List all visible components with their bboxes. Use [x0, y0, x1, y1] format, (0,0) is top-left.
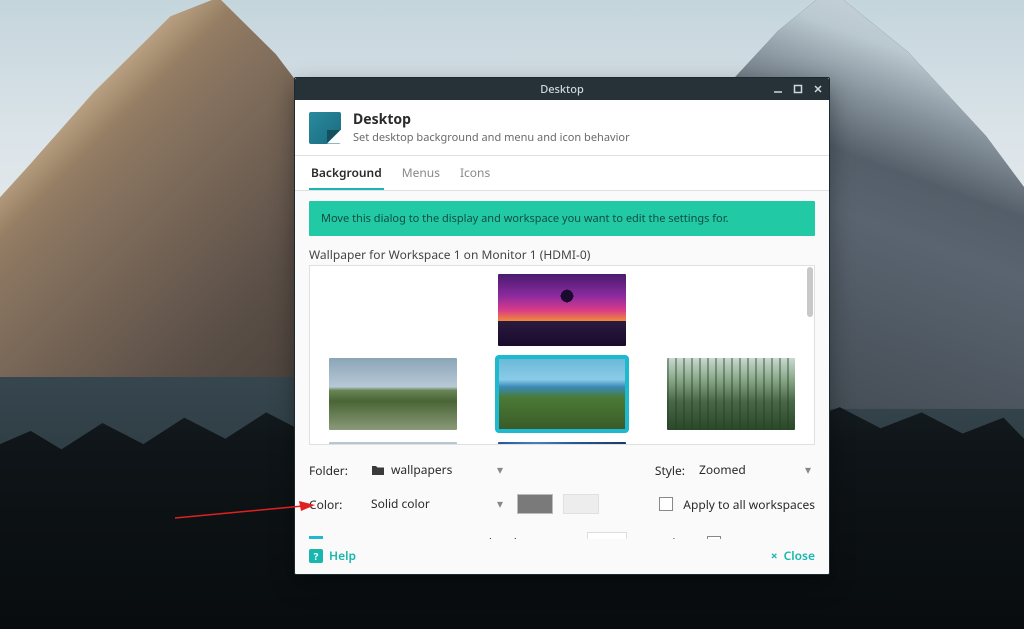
- close-button[interactable]: [811, 82, 825, 96]
- decrement-button[interactable]: −: [637, 531, 655, 539]
- color-mode-select[interactable]: Solid color ▾: [367, 492, 507, 516]
- chevron-down-icon: ▾: [497, 495, 503, 512]
- dialog-subtitle: Set desktop background and menu and icon…: [353, 130, 630, 145]
- wallpaper-thumb[interactable]: [329, 442, 457, 445]
- wallpaper-section-label: Wallpaper for Workspace 1 on Monitor 1 (…: [309, 246, 815, 263]
- tab-background[interactable]: Background: [309, 156, 384, 190]
- row-folder-style: Folder: wallpapers ▾ Style: Zoomed ▾: [309, 453, 815, 487]
- row-change-background: Change the background in minutes: ▾ − + …: [309, 521, 815, 539]
- dialog-footer: ? Help × Close: [295, 539, 829, 574]
- info-banner: Move this dialog to the display and work…: [309, 201, 815, 236]
- folder-label: Folder:: [309, 462, 357, 479]
- help-button[interactable]: ? Help: [309, 547, 356, 564]
- minimize-button[interactable]: [771, 82, 785, 96]
- wallpaper-gallery-container: [309, 265, 815, 445]
- interval-value-input[interactable]: [587, 532, 627, 539]
- controls-area: Folder: wallpapers ▾ Style: Zoomed ▾ Col…: [309, 445, 815, 539]
- wallpaper-gallery[interactable]: [309, 265, 815, 445]
- desktop-icon: [309, 112, 341, 144]
- dialog-body: Move this dialog to the display and work…: [295, 191, 829, 539]
- wallpaper-thumb[interactable]: [498, 274, 626, 346]
- interval-unit-select[interactable]: in minutes: ▾: [485, 531, 577, 539]
- help-icon: ?: [309, 549, 323, 563]
- chevron-down-icon: ▾: [497, 461, 503, 478]
- tab-icons[interactable]: Icons: [458, 156, 492, 190]
- folder-select[interactable]: wallpapers ▾: [367, 458, 507, 482]
- secondary-color-swatch[interactable]: [563, 494, 599, 514]
- close-dialog-button[interactable]: × Close: [771, 547, 815, 564]
- chevron-down-icon: ▾: [805, 461, 811, 478]
- maximize-button[interactable]: [791, 82, 805, 96]
- help-label: Help: [329, 547, 356, 564]
- window-title: Desktop: [540, 82, 584, 97]
- header-text: Desktop Set desktop background and menu …: [353, 110, 630, 145]
- gallery-scrollbar[interactable]: [807, 267, 813, 317]
- color-mode-value: Solid color: [371, 495, 430, 512]
- apply-all-label: Apply to all workspaces: [683, 496, 815, 513]
- window-controls: [771, 78, 825, 100]
- titlebar[interactable]: Desktop: [295, 78, 829, 100]
- close-icon: ×: [771, 547, 778, 564]
- dialog-title: Desktop: [353, 110, 630, 129]
- dialog-header: Desktop Set desktop background and menu …: [295, 100, 829, 156]
- primary-color-swatch[interactable]: [517, 494, 553, 514]
- style-select[interactable]: Zoomed ▾: [695, 458, 815, 482]
- close-label: Close: [784, 547, 815, 564]
- wallpaper-thumb[interactable]: [498, 442, 626, 445]
- row-color-apply: Color: Solid color ▾ Apply to all worksp…: [309, 487, 815, 521]
- folder-icon: [371, 461, 385, 478]
- style-label: Style:: [645, 462, 685, 479]
- folder-value: wallpapers: [371, 461, 452, 478]
- apply-all-checkbox[interactable]: [659, 497, 673, 511]
- tab-bar: Background Menus Icons: [295, 156, 829, 191]
- tab-menus[interactable]: Menus: [400, 156, 442, 190]
- wallpaper-thumb-selected[interactable]: [498, 358, 626, 430]
- wallpaper-thumb[interactable]: [329, 358, 457, 430]
- desktop-settings-window: Desktop Desktop Set desktop background a…: [294, 77, 830, 575]
- color-label: Color:: [309, 496, 357, 513]
- style-value: Zoomed: [699, 461, 746, 478]
- wallpaper-thumb[interactable]: [667, 358, 795, 430]
- increment-button[interactable]: +: [665, 531, 683, 539]
